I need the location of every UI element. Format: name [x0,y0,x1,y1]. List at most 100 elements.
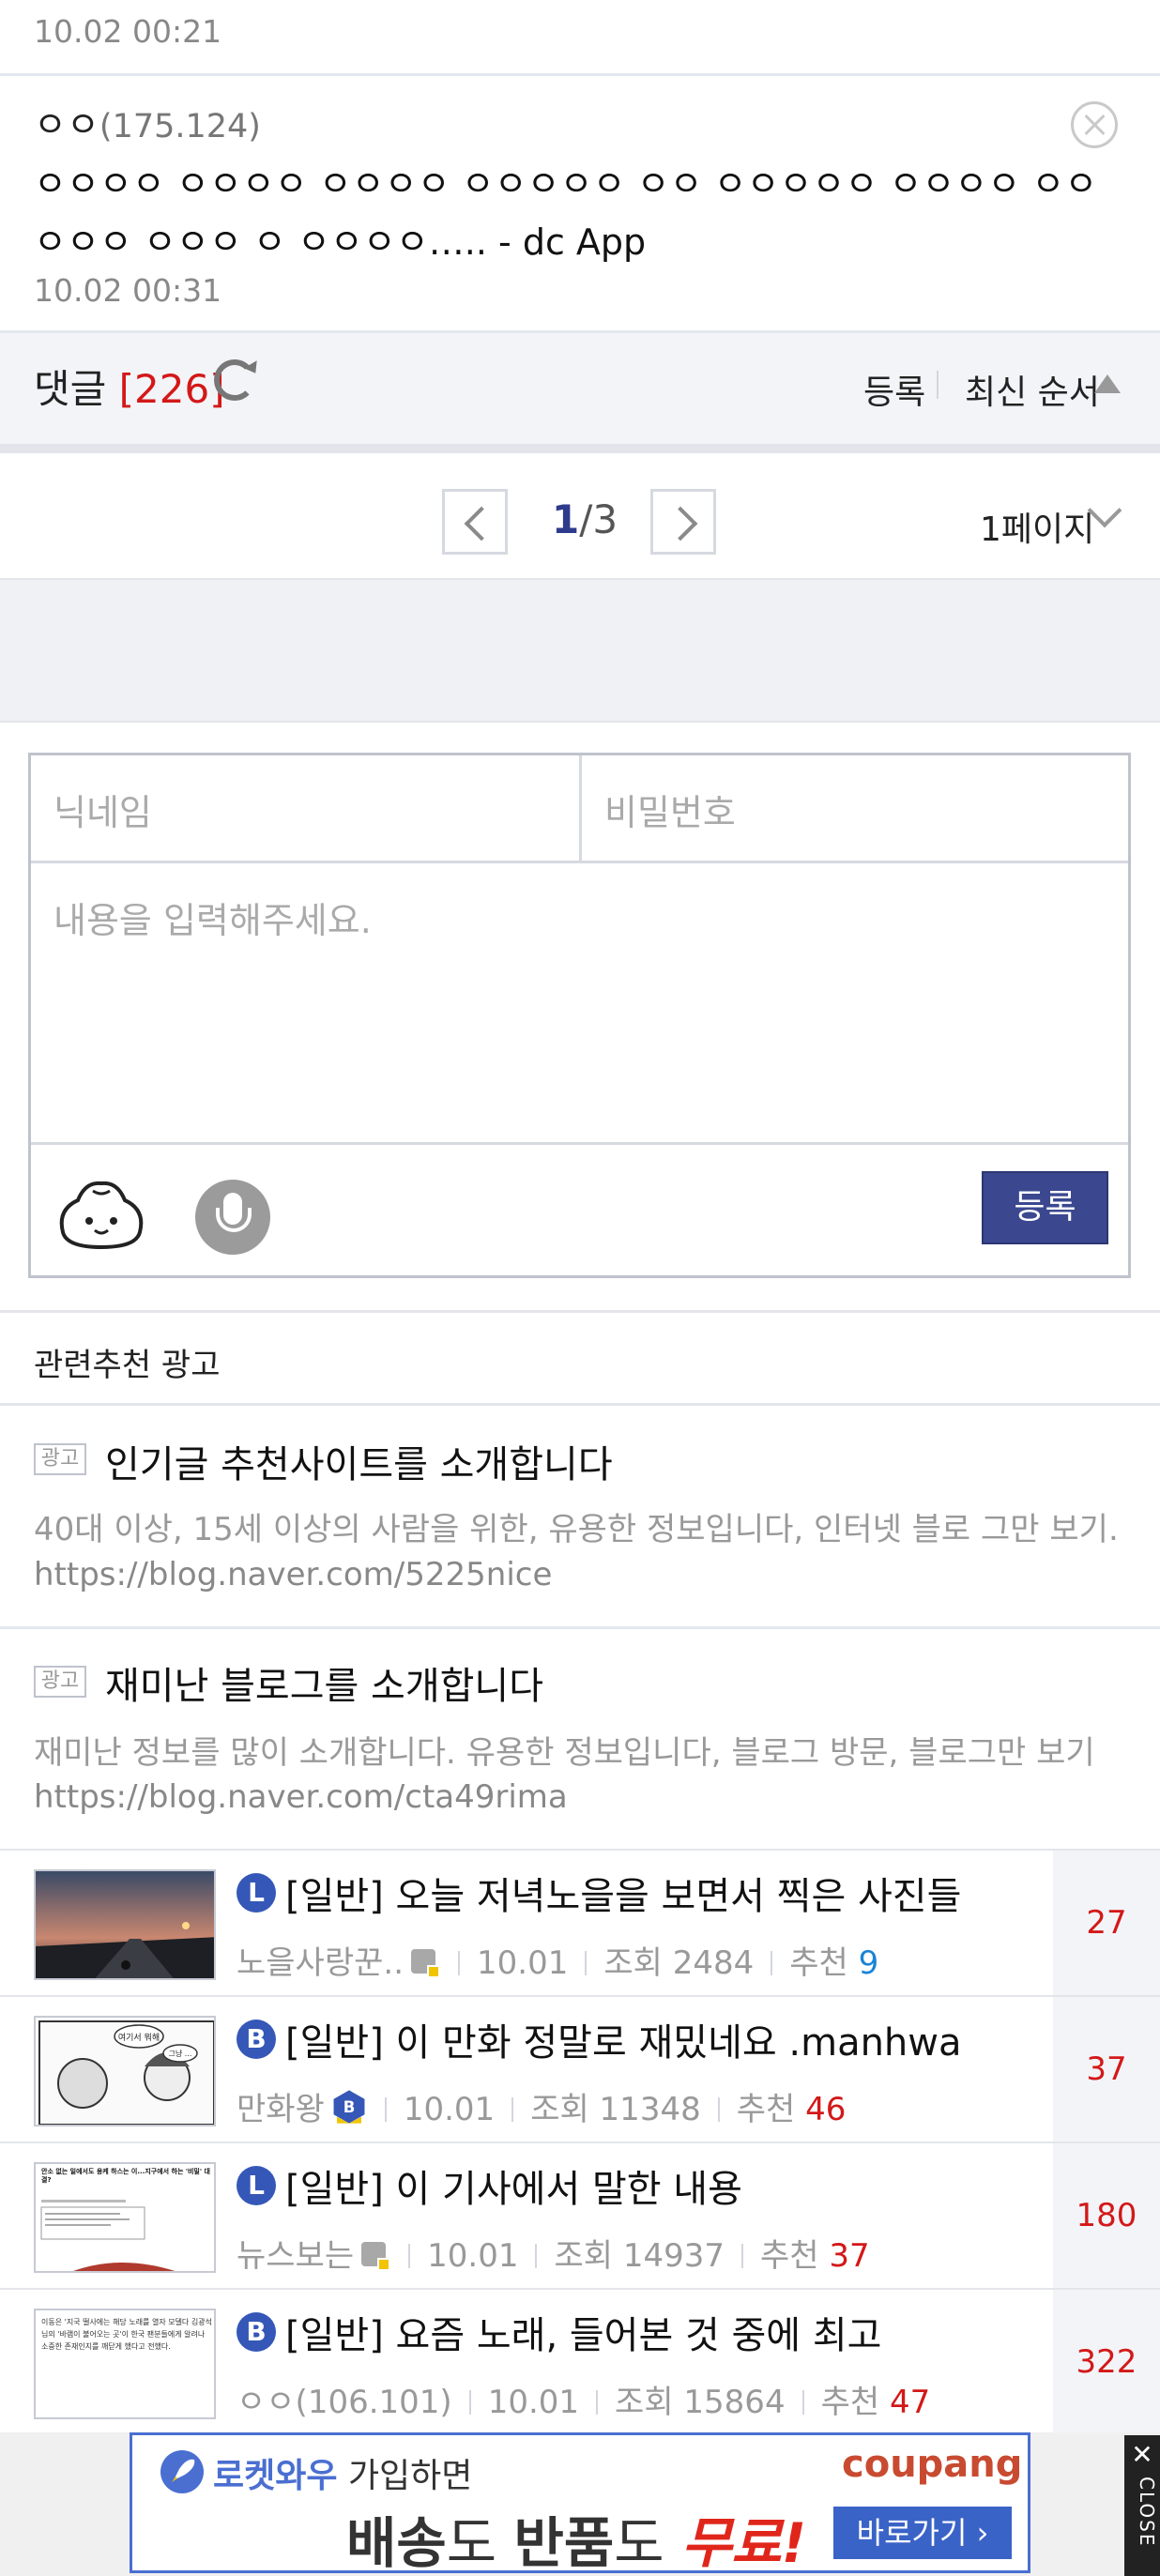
sunset-thumbnail-icon [36,1871,214,1978]
comment-nick: ㅇㅇ [34,104,99,145]
svg-text:B: B [343,2098,356,2116]
ad-description[interactable]: 40대 이상, 15세 이상의 사람을 위한, 유용한 정보입니다, 인터넷 블… [34,1503,1119,1549]
post-views: 조회 2484 [603,1944,755,1982]
comment-count[interactable]: 180 [1053,2143,1160,2288]
fixed-user-icon [411,1949,441,1978]
submit-button[interactable]: 등록 [982,1171,1108,1244]
post-title[interactable]: [일반] 이 만화 정말로 재밌네요 .manhwa [285,2012,962,2066]
comment-count: [226] [118,366,225,412]
close-icon[interactable]: ✕ [1124,2439,1160,2470]
post-thumbnail[interactable] [34,1869,216,1980]
divider [741,2244,743,2268]
divider [596,2390,599,2415]
comment-author: ㅇㅇ(175.124) [34,96,261,147]
text-thumbnail-icon: 이동은 '지국 떨사에는 해당 노래를 열자 모델다 김광석 님의 '바램이 불… [36,2310,214,2417]
ad-url[interactable]: https://blog.naver.com/cta49rima [34,1778,568,1816]
page-select[interactable]: 1페이지 [980,502,1094,551]
refresh-icon[interactable] [214,359,255,401]
sort-latest[interactable]: 최신 순서 [965,365,1100,414]
post-thumbnail[interactable]: 여기서 뭐해 그냥 ... [34,2016,216,2126]
article-thumbnail-icon: 안소 없는 일에서도 용케 하스는 이...지구에서 하는 '비밀' 대결? [36,2164,214,2271]
banner-ad-box[interactable]: 로켓와우 가입하면 coupang 배송도 반품도 무료! 바로가기 › [130,2432,1030,2576]
divider [511,2097,514,2122]
post-views: 조회 14937 [554,2237,725,2275]
comment-textarea[interactable]: 내용을 입력해주세요. [31,863,1128,1145]
ad-line1-rest: 가입하면 [347,2457,473,2495]
post-title[interactable]: [일반] 요즘 노래, 들어본 것 중에 최고 [285,2305,881,2359]
ad-word: 도 [446,2511,514,2575]
comment-count[interactable]: 322 [1053,2290,1160,2434]
post-date: 10.01 [427,2237,519,2275]
semi-fixed-user-icon: B [333,2090,365,2124]
post-recs-label: 추천 [760,2237,819,2275]
microphone-icon[interactable] [195,1180,270,1255]
post-meta: ㅇㅇ(106.101) 10.01 조회 15864 추천 47 [237,2376,930,2422]
ad-title[interactable]: 재미난 블로그를 소개합니다 [105,1655,543,1710]
thumb-text: 안소 없는 일에서도 용케 하스는 이...지구에서 하는 '비밀' 대결? [41,2168,210,2184]
coupang-logo: coupang [842,2443,1023,2486]
name-input[interactable]: 닉네임 [31,755,582,863]
level-badge: B [237,2312,276,2352]
ad-description[interactable]: 재미난 정보를 많이 소개합니다. 유용한 정보입니다, 블로그 방문, 블로그… [34,1727,1095,1773]
divider [585,1951,588,1975]
thumb-text: 여기서 뭐해 [118,2032,160,2043]
divider [408,2244,411,2268]
post-recs-label: 추천 [736,2091,796,2128]
divider [535,2244,538,2268]
comment-count[interactable]: 27 [1053,1851,1160,1995]
divider [937,371,939,399]
comment-text: ㅇㅇㅇㅇ ㅇㅇㅇㅇ ㅇㅇㅇㅇ ㅇㅇㅇㅇㅇ ㅇㅇ ㅇㅇㅇㅇㅇ ㅇㅇㅇㅇ ㅇㅇㅇㅇㅇ… [34,163,1098,263]
ad-word: 무료! [681,2511,807,2575]
comment-date: 10.02 00:21 [34,13,222,50]
post-recs: 37 [829,2237,870,2275]
divider [717,2097,720,2122]
post-author[interactable]: 노을사랑꾼.. [237,1944,404,1982]
manga-thumbnail-icon: 여기서 뭐해 그냥 ... [36,2018,214,2125]
post-row[interactable]: 이동은 '지국 떨사에는 해당 노래를 열자 모델다 김광석 님의 '바램이 불… [0,2288,1160,2434]
post-row[interactable]: L [일반] 오늘 저녁노을을 보면서 찍은 사진들 노을사랑꾼.. 10.01 조… [0,1849,1160,1995]
level-badge: B [237,2020,276,2059]
prev-page-button[interactable] [442,489,508,555]
banner-ad: 로켓와우 가입하면 coupang 배송도 반품도 무료! 바로가기 › [0,2432,1160,2576]
post-thumbnail[interactable]: 이동은 '지국 떨사에는 해당 노래를 열자 모델다 김광석 님의 '바램이 불… [34,2309,216,2419]
related-title: 관련추천 광고 [34,1347,221,1384]
post-meta: 뉴스보는 10.01 조회 14937 추천 37 [237,2230,870,2276]
ad-tag: 광고 [34,1443,86,1475]
close-label[interactable]: CLOSE [1126,2477,1158,2547]
spacer [0,580,1160,723]
comment-title: 댓글 [226] [34,358,225,415]
comment-count[interactable]: 37 [1053,1997,1160,2142]
delete-comment-icon[interactable] [1071,101,1118,148]
ad-word: 배송 [346,2511,447,2575]
post-title[interactable]: [일반] 이 기사에서 말한 내용 [285,2158,742,2213]
sort-register[interactable]: 등록 [863,365,925,414]
comment-header: 댓글 [226] 등록 최신 순서 [0,333,1160,444]
post-recs: 9 [858,1944,879,1982]
post-recs-label: 추천 [789,1944,848,1982]
level-badge: L [237,1873,276,1913]
divider [801,2390,804,2415]
post-thumbnail[interactable]: 안소 없는 일에서도 용케 하스는 이...지구에서 하는 '비밀' 대결? [34,2162,216,2273]
triangle-up-icon[interactable] [1094,374,1121,393]
post-recs: 47 [889,2384,931,2421]
post-row[interactable]: 안소 없는 일에서도 용케 하스는 이...지구에서 하는 '비밀' 대결? L… [0,2142,1160,2288]
ad-cta-button[interactable]: 바로가기 › [833,2507,1012,2559]
post-recs: 46 [805,2091,847,2128]
post-views: 조회 15864 [615,2384,786,2421]
comment-form: 닉네임 비밀번호 내용을 입력해주세요. 등록 [28,753,1131,1278]
ad-close-button[interactable]: ✕ CLOSE [1124,2435,1160,2576]
post-title[interactable]: [일반] 오늘 저녁노을을 보면서 찍은 사진들 [285,1866,961,1920]
ad-line2: 배송도 반품도 무료! [346,2499,806,2576]
post-author[interactable]: 뉴스보는 [237,2237,354,2275]
post-row[interactable]: 여기서 뭐해 그냥 ... B [일반] 이 만화 정말로 재밌네요 .manh… [0,1995,1160,2142]
next-page-button[interactable] [650,489,716,555]
thumb-text: 그냥 ... [169,2050,192,2058]
dccon-icon[interactable] [57,1176,145,1251]
password-input[interactable]: 비밀번호 [582,755,1128,863]
post-meta: 만화왕 B 10.01 조회 11348 추천 46 [237,2083,846,2129]
ad-url[interactable]: https://blog.naver.com/5225nice [34,1556,552,1593]
post-author[interactable]: 만화왕 [237,2091,325,2128]
post-author[interactable]: ㅇㅇ(106.101) [237,2384,452,2421]
post-date: 10.01 [403,2091,496,2128]
ad-title[interactable]: 인기글 추천사이트를 소개합니다 [105,1434,613,1488]
